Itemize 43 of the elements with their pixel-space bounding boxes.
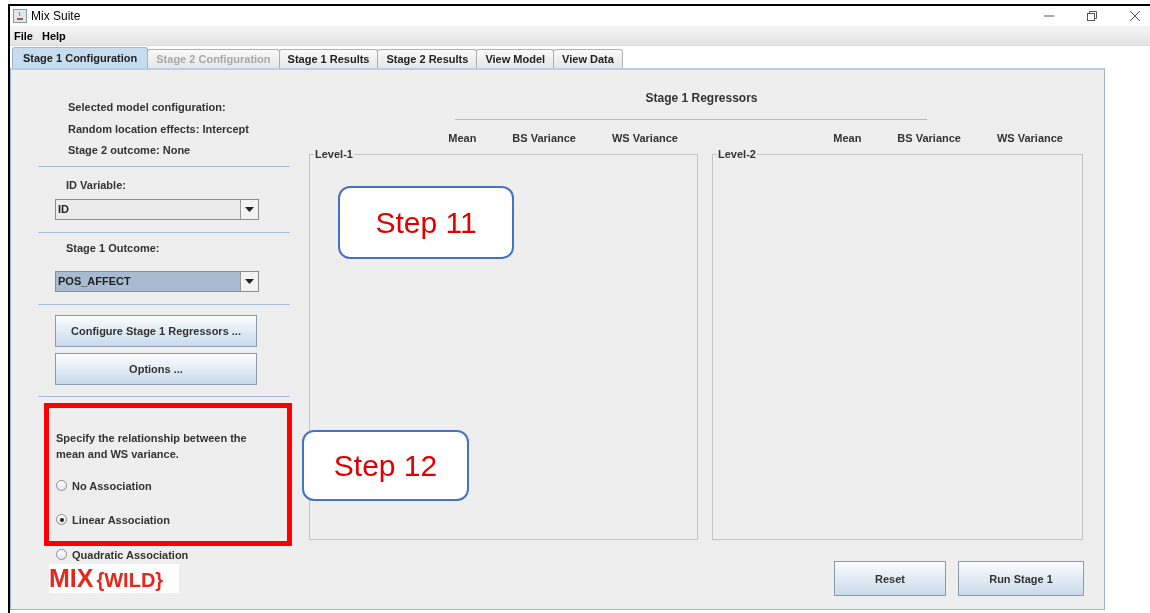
column-header: BS Variance — [897, 132, 961, 146]
radio-label[interactable]: Quadratic Association — [72, 548, 189, 561]
summary-text: Selected model configuration: — [68, 101, 227, 115]
radio-button[interactable] — [56, 549, 67, 560]
radio-label[interactable]: Linear Association — [72, 513, 170, 526]
column-header: Mean — [448, 132, 477, 146]
app-icon — [13, 9, 27, 23]
radio-button[interactable] — [56, 480, 67, 491]
logo: MIX{WILD} — [49, 563, 179, 593]
close-icon[interactable] — [1129, 10, 1141, 22]
field-label: Stage 1 Outcome: — [66, 241, 161, 256]
section-title: Stage 1 Regressors — [644, 91, 759, 105]
button[interactable]: Configure Stage 1 Regressors ... — [55, 314, 257, 347]
prompt-text: Specify the relationship between the mean and WS variance. — [56, 430, 248, 462]
tab[interactable]: Stage 2 Results — [377, 49, 478, 68]
column-header: BS Variance — [512, 132, 576, 146]
caret-icon — [245, 206, 254, 212]
button[interactable]: Options ... — [55, 352, 257, 385]
button[interactable]: Reset — [834, 561, 946, 596]
dropdown[interactable]: ID — [55, 198, 259, 220]
group-title: Level-2 — [717, 148, 757, 160]
column-header: Mean — [833, 132, 862, 146]
radio-button[interactable] — [56, 514, 67, 525]
button[interactable]: Run Stage 1 — [958, 561, 1084, 596]
tab[interactable]: View Model — [476, 49, 555, 68]
menu-item[interactable]: Help — [41, 29, 66, 42]
restore-icon[interactable] — [1086, 10, 1098, 22]
window-title: Mix Suite — [31, 9, 81, 23]
tab[interactable]: View Data — [553, 49, 623, 68]
field-label: ID Variable: — [66, 178, 127, 193]
column-header: WS Variance — [611, 132, 678, 146]
tab[interactable]: Stage 1 Configuration — [12, 47, 149, 68]
callout: Step 12 — [302, 430, 469, 501]
menu-item[interactable]: File — [14, 29, 33, 42]
group-title: Level-1 — [314, 148, 354, 160]
radio-label[interactable]: No Association — [72, 479, 152, 492]
column-header: WS Variance — [996, 132, 1063, 146]
summary-text: Stage 2 outcome: None — [68, 144, 192, 158]
summary-text: Random location effects: Intercept — [68, 122, 250, 137]
callout: Step 11 — [338, 186, 514, 259]
tab[interactable]: Stage 1 Results — [278, 49, 379, 68]
caret-icon — [245, 278, 254, 284]
dropdown[interactable]: POS_AFFECT — [55, 270, 259, 292]
